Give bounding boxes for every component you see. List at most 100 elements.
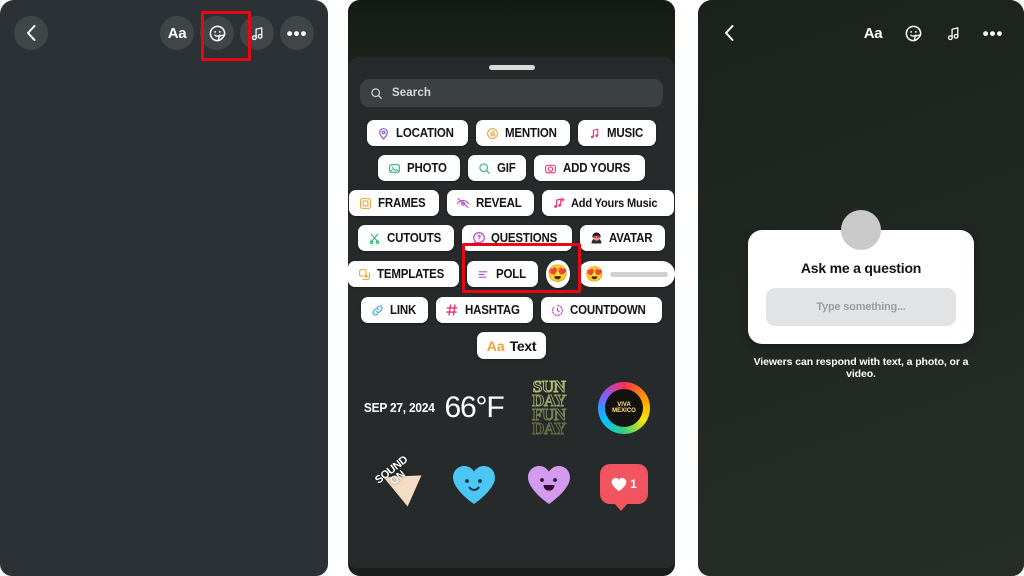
text-tool-button[interactable]: Aa — [856, 16, 890, 50]
sticker-countdown[interactable]: COUNTDOWN — [541, 297, 662, 323]
sticker-label: TEMPLATES — [377, 267, 445, 281]
more-options-button[interactable]: ••• — [976, 16, 1010, 50]
sticker-text[interactable]: Aa Text — [476, 332, 547, 359]
sticker-tray-button[interactable] — [896, 16, 930, 50]
sticker-date[interactable]: SEP 27, 2024 — [364, 377, 435, 439]
sticker-label: HASHTAG — [464, 303, 520, 317]
screenshot-stage: Aa ••• Search LOCATION MENTION MUSIC PHO… — [0, 0, 1024, 576]
sticker-poll[interactable]: POLL — [466, 261, 538, 287]
question-answer-input[interactable]: Type something... — [766, 288, 956, 326]
sticker-cutouts[interactable]: CUTOUTS — [357, 225, 455, 251]
sticker-row: PHOTO GIF ADD YOURS — [348, 155, 675, 181]
heart-shape-purple — [528, 466, 570, 504]
sticker-questions[interactable]: QUESTIONS — [462, 225, 573, 251]
panel1-toolbar: Aa ••• — [0, 0, 328, 66]
question-sticker-card[interactable]: Ask me a question Type something... — [748, 210, 974, 344]
sticker-row: LINK HASHTAG COUNTDOWN — [348, 297, 675, 323]
music-button[interactable] — [240, 16, 274, 50]
link-chain-icon — [370, 303, 385, 318]
sticker-label: MENTION — [505, 126, 557, 140]
sticker-row: Aa Text — [348, 332, 675, 359]
search-placeholder: Search — [392, 87, 431, 99]
sticker-frames[interactable]: FRAMES — [349, 190, 439, 216]
sticker-music[interactable]: MUSIC — [578, 120, 656, 146]
heart-shape-blue — [453, 466, 495, 504]
text-tool-label: Aa — [863, 24, 883, 42]
music-button[interactable] — [936, 16, 970, 50]
sticker-link[interactable]: LINK — [361, 297, 428, 323]
chevron-left-icon — [27, 25, 36, 41]
sticker-gif[interactable]: GIF — [467, 155, 526, 181]
question-chat-icon — [471, 231, 486, 246]
drag-handle[interactable] — [488, 65, 535, 70]
sticker-rows: LOCATION MENTION MUSIC PHOTO GIF ADD YOU… — [348, 120, 675, 359]
ellipsis-icon: ••• — [982, 23, 1004, 43]
viva-label: VIVA MEXICO — [605, 389, 643, 427]
sticker-heart-blue[interactable] — [439, 453, 509, 515]
gif-search-icon — [477, 161, 492, 176]
sticker-avatar[interactable]: AVATAR — [580, 225, 666, 251]
sticker-sunday-funday[interactable]: SUN DAY FUN DAY — [514, 377, 584, 439]
sticker-reveal[interactable]: REVEAL — [446, 190, 535, 216]
panel2-backdrop — [348, 0, 675, 60]
like-count: 1 — [630, 477, 637, 491]
sticker-emoji-slider[interactable]: 😍 — [578, 261, 675, 287]
sticker-label: MUSIC — [607, 126, 644, 140]
sticker-sound-on[interactable]: SOUND ON — [364, 453, 434, 515]
text-label: Text — [509, 337, 537, 354]
sticker-emoji-reaction[interactable]: 😍 — [545, 260, 571, 288]
templates-stack-icon — [357, 267, 372, 282]
sticker-like-bubble[interactable]: 1 — [589, 453, 659, 515]
sticker-temperature[interactable]: 66°F — [439, 377, 509, 439]
panel-story-with-question: Aa ••• Ask me a question Type something.… — [698, 0, 1024, 576]
search-input[interactable]: Search — [360, 79, 663, 107]
text-tool-button[interactable]: Aa — [160, 16, 194, 50]
back-button[interactable] — [14, 16, 48, 50]
heart-icon — [611, 477, 627, 491]
back-button[interactable] — [712, 16, 746, 50]
sticker-label: COUNTDOWN — [570, 303, 646, 317]
chevron-left-icon — [725, 25, 734, 41]
sticker-photo[interactable]: PHOTO — [378, 155, 460, 181]
sticker-label: ADD YOURS — [562, 161, 630, 175]
text-tool-label: Aa — [167, 24, 187, 42]
sticker-label: QUESTIONS — [491, 231, 558, 245]
panel-sticker-tray: Search LOCATION MENTION MUSIC PHOTO GIF … — [348, 0, 675, 576]
countdown-timer-icon — [550, 303, 565, 318]
sticker-smiley-icon — [209, 25, 225, 41]
poll-bars-icon — [476, 267, 491, 282]
sticker-label: PHOTO — [407, 161, 448, 175]
scissors-icon — [367, 231, 382, 246]
eye-slash-icon — [456, 196, 471, 211]
sticker-mention[interactable]: MENTION — [476, 120, 571, 146]
hashtag-icon — [445, 303, 460, 318]
sticker-label: GIF — [496, 161, 516, 175]
sfd-line-4: DAY — [532, 418, 567, 438]
photo-image-icon — [387, 161, 402, 176]
sticker-add-yours[interactable]: ADD YOURS — [533, 155, 645, 181]
sticker-label: REVEAL — [475, 196, 522, 210]
sticker-label: AVATAR — [609, 231, 653, 245]
panel3-toolbar: Aa ••• — [698, 0, 1024, 66]
more-options-button[interactable]: ••• — [280, 16, 314, 50]
music-note-icon — [587, 126, 602, 141]
at-threads-icon — [485, 126, 500, 141]
sticker-templates[interactable]: TEMPLATES — [348, 261, 459, 287]
sticker-label: FRAMES — [378, 196, 426, 210]
sticker-heart-purple[interactable] — [514, 453, 584, 515]
sticker-label: LINK — [390, 303, 417, 317]
sticker-location[interactable]: LOCATION — [367, 120, 469, 146]
sticker-hashtag[interactable]: HASHTAG — [435, 297, 534, 323]
sticker-viva[interactable]: VIVA MEXICO — [589, 377, 659, 439]
heart-eyes-emoji: 😍 — [585, 266, 604, 283]
sticker-tray-button[interactable] — [200, 16, 234, 50]
heart-blue-graphic — [451, 463, 497, 505]
heart-eyes-emoji: 😍 — [547, 264, 569, 283]
music-plus-icon — [551, 196, 566, 211]
sticker-add-yours-music[interactable]: Add Yours Music — [542, 190, 674, 216]
sunday-funday-graphic: SUN DAY FUN DAY — [532, 378, 567, 438]
slider-track[interactable] — [609, 271, 668, 277]
sticker-label: LOCATION — [396, 126, 455, 140]
question-sticker-wrapper[interactable]: Ask me a question Type something... View… — [748, 210, 974, 380]
graphic-sticker-gallery: SEP 27, 2024 66°F SUN DAY FUN DAY VIVA M… — [348, 377, 675, 515]
